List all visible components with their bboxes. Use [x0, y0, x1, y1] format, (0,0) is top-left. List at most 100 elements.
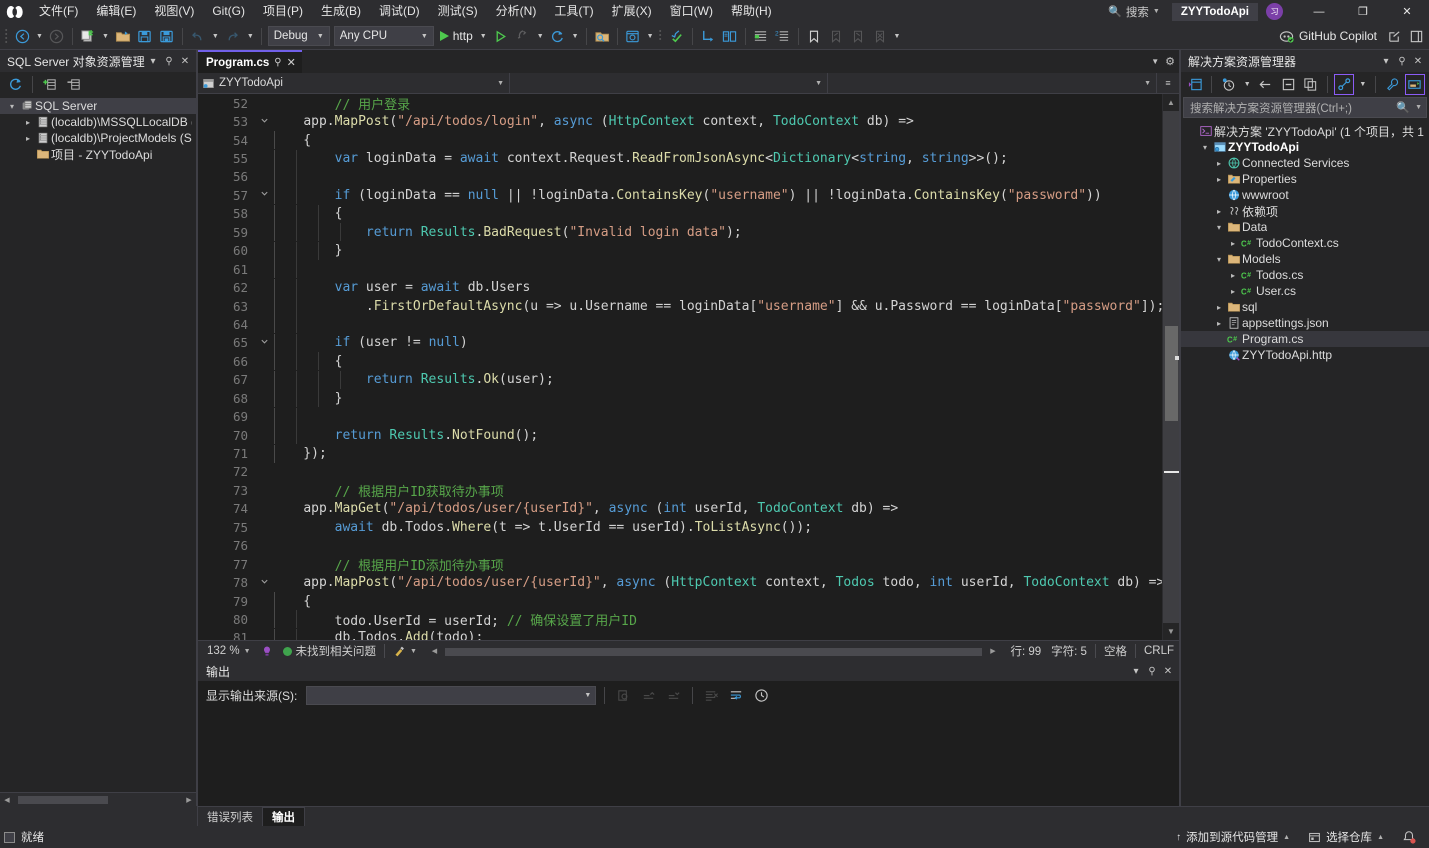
solution-explorer-close-icon[interactable]: ✕ [1410, 52, 1426, 70]
refresh-button[interactable] [547, 25, 569, 47]
scroll-up-arrow-icon[interactable]: ▲ [1163, 94, 1180, 111]
back-icon[interactable] [1256, 74, 1276, 95]
tree-expander-icon[interactable]: ▾ [1213, 255, 1225, 264]
toolbar-grip[interactable] [2, 28, 11, 45]
hscroll-track[interactable] [14, 793, 182, 807]
code-line[interactable]: 58 { [198, 204, 1162, 223]
copilot-share-button[interactable] [1383, 25, 1405, 47]
menu-window[interactable]: 窗口(W) [661, 0, 722, 23]
output-pin-icon[interactable]: ⚲ [1144, 662, 1160, 680]
account-avatar[interactable]: 习 [1266, 3, 1283, 20]
code-viewport[interactable]: 52 // 用户登录 53 app.MapPost("/api/todos/log… [198, 94, 1162, 640]
code-line[interactable]: 77 // 根据用户ID添加待办事项 [198, 555, 1162, 574]
open-in-editor-icon[interactable] [1185, 74, 1205, 95]
tree-expander-icon[interactable]: ▸ [1213, 319, 1225, 328]
vertical-scroll-thumb[interactable] [1164, 326, 1178, 421]
vertical-scroll-track[interactable] [1162, 111, 1179, 623]
solution-tree-item[interactable]: ▾ Models [1181, 251, 1429, 267]
sql-tree-item[interactable]: ▸ (localdb)\MSSQLLocalDB ( [0, 114, 196, 130]
navbar-split-icon[interactable]: ≡ [1157, 73, 1179, 93]
menu-debug[interactable]: 调试(D) [370, 0, 429, 23]
show-all-files-dropdown[interactable]: ▼ [1356, 81, 1369, 88]
properties-wrench-icon[interactable] [1382, 74, 1402, 95]
add-to-source-control-button[interactable]: ↑ 添加到源代码管理 ▲ [1167, 826, 1299, 848]
menu-help[interactable]: 帮助(H) [722, 0, 781, 23]
toggle-word-wrap-button[interactable] [726, 685, 747, 706]
find-message-button[interactable] [613, 685, 634, 706]
tree-expander-icon[interactable]: ▸ [1227, 271, 1239, 280]
solution-tree-item[interactable]: wwwroot [1181, 187, 1429, 203]
solution-tree[interactable]: 解决方案 'ZYYTodoApi' (1 个项目，共 1 个) ▾ ZYYTodoA… [1181, 121, 1429, 806]
solution-tree-item[interactable]: C # Program.cs [1181, 331, 1429, 347]
solution-tree-item[interactable]: 解决方案 'ZYYTodoApi' (1 个项目，共 1 个) [1181, 123, 1429, 139]
hscroll-left-arrow-icon[interactable]: ◀ [0, 793, 14, 807]
tree-expander-icon[interactable]: ▾ [1213, 223, 1225, 232]
editor-tab-program-cs[interactable]: Program.cs ⚲ ✕ [198, 50, 302, 73]
solution-tree-item[interactable]: ▸ appsettings.json [1181, 315, 1429, 331]
pin-icon[interactable]: ⚲ [274, 57, 281, 68]
tree-expander-icon[interactable]: ▸ [22, 134, 34, 143]
code-line[interactable]: 55 var loginData = await context.Request… [198, 149, 1162, 168]
solution-tree-item[interactable]: ▸ Connected Services [1181, 155, 1429, 171]
menu-extensions[interactable]: 扩展(X) [603, 0, 661, 23]
code-line[interactable]: 70 return Results.NotFound(); [198, 426, 1162, 445]
clear-all-button[interactable] [701, 685, 722, 706]
hot-reload-dropdown[interactable]: ▼ [534, 33, 547, 40]
redo-dropdown[interactable]: ▼ [244, 33, 257, 40]
code-analysis-button[interactable]: ▼ [388, 641, 422, 662]
solution-tree-item[interactable]: ▸ 依赖项 [1181, 203, 1429, 219]
sql-tree-item[interactable]: ▸ (localdb)\ProjectModels (S [0, 130, 196, 146]
code-line[interactable]: 76 [198, 537, 1162, 555]
code-line[interactable]: 57 if (loginData == null || !loginData.C… [198, 186, 1162, 205]
preview-selected-icon[interactable] [1404, 73, 1426, 95]
solution-explorer-search-input[interactable]: 搜索解决方案资源管理器(Ctrl+;) 🔍 ▼ [1183, 97, 1427, 118]
fold-collapse-icon[interactable] [256, 577, 272, 589]
toggle-timestamps-button[interactable] [751, 685, 772, 706]
toggle-bookmark-button[interactable] [803, 25, 825, 47]
navigate-backward-button[interactable] [11, 25, 33, 47]
start-without-debugging-button[interactable] [490, 25, 512, 47]
window-layout-dropdown[interactable]: ▼ [644, 33, 657, 40]
notifications-button[interactable] [1393, 826, 1425, 848]
code-line[interactable]: 81 db.Todos.Add(todo); [198, 628, 1162, 640]
solution-tree-item[interactable]: ▸ C # Todos.cs [1181, 267, 1429, 283]
code-line[interactable]: 71 }); [198, 444, 1162, 463]
menu-git[interactable]: Git(G) [203, 0, 254, 23]
solution-tree-item[interactable]: ▾ Data [1181, 219, 1429, 235]
fold-collapse-icon[interactable] [256, 116, 272, 128]
menu-build[interactable]: 生成(B) [312, 0, 370, 23]
code-line[interactable]: 60 } [198, 241, 1162, 260]
go-to-previous-message-button[interactable] [638, 685, 659, 706]
code-line[interactable]: 66 { [198, 352, 1162, 371]
hscroll-left-arrow-icon[interactable]: ◀ [428, 644, 441, 659]
fold-collapse-icon[interactable] [256, 189, 272, 201]
solution-tree-item[interactable]: ▸ C # TodoContext.cs [1181, 235, 1429, 251]
search-icon[interactable]: 🔍 [1396, 101, 1410, 114]
editor-horizontal-scrollbar[interactable]: ◀ ▶ [428, 644, 1000, 659]
tab-error-list[interactable]: 错误列表 [198, 807, 262, 826]
solution-tree-item[interactable]: ▸ C # User.cs [1181, 283, 1429, 299]
code-line[interactable]: 72 [198, 463, 1162, 481]
sql-tree-item[interactable]: 项目 - ZYYTodoApi [0, 146, 196, 162]
code-line[interactable]: 54 { [198, 131, 1162, 150]
issues-indicator[interactable]: 未找到相关问题 [278, 641, 382, 662]
sql-explorer-close-icon[interactable]: ✕ [177, 52, 193, 70]
tree-expander-icon[interactable]: ▸ [1213, 175, 1225, 184]
code-line[interactable]: 75 await db.Todos.Where(t => t.UserId ==… [198, 518, 1162, 536]
open-file-button[interactable] [112, 25, 134, 47]
menu-view[interactable]: 视图(V) [145, 0, 203, 23]
tree-expander-icon[interactable]: ▸ [1213, 159, 1225, 168]
new-project-button[interactable] [77, 25, 99, 47]
tab-list-dropdown-icon[interactable]: ▼ [1151, 57, 1159, 66]
hscroll-right-arrow-icon[interactable]: ▶ [986, 644, 999, 659]
toolbar-overflow-button[interactable]: ▼ [891, 33, 904, 40]
pending-changes-icon[interactable] [1218, 74, 1238, 95]
tree-expander-icon[interactable]: ▸ [1227, 287, 1239, 296]
sql-explorer-dropdown-icon[interactable]: ▾ [145, 52, 161, 70]
solution-platform-dropdown[interactable]: Any CPU ▼ [333, 26, 434, 46]
solution-configuration-dropdown[interactable]: Debug ▼ [267, 26, 330, 46]
code-line[interactable]: 74 app.MapGet("/api/todos/user/{userId}"… [198, 500, 1162, 518]
collapse-all-icon[interactable] [1278, 74, 1298, 95]
solution-tree-item[interactable]: ▸ Properties [1181, 171, 1429, 187]
navbar-project-dropdown[interactable]: ZYYTodoApi ▼ [198, 73, 510, 93]
